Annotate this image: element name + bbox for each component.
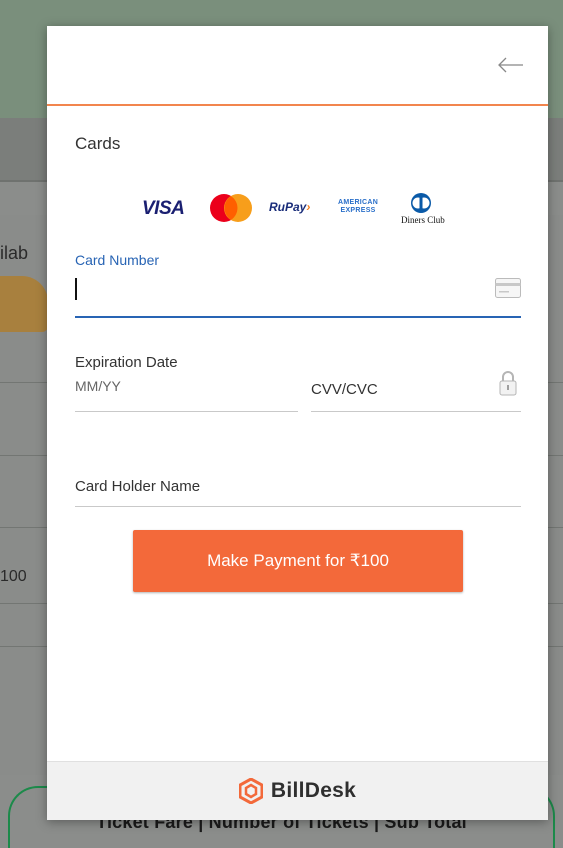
diners-club-icon <box>411 193 431 213</box>
billdesk-brand: BillDesk <box>238 778 357 804</box>
modal-footer: BillDesk <box>47 761 548 820</box>
make-payment-button[interactable]: Make Payment for ₹100 <box>133 530 463 592</box>
card-holder-name-underline <box>75 506 521 507</box>
lock-icon <box>499 371 517 396</box>
rupay-arrow-icon: › <box>306 200 311 214</box>
cvv-placeholder: CVV/CVC <box>311 381 378 398</box>
visa-logo: VISA <box>142 198 185 219</box>
rupay-text: RuPay <box>269 200 307 214</box>
card-holder-name-placeholder: Card Holder Name <box>75 478 201 495</box>
card-number-label: Card Number <box>75 252 160 268</box>
section-title: Cards <box>75 134 121 153</box>
amex-text-line2: EXPRESS <box>340 207 376 214</box>
billdesk-logo-icon <box>238 778 263 804</box>
card-holder-name-field[interactable]: Card Holder Name <box>75 466 521 507</box>
card-brand-logos: VISA RuPay› AMERICAN EXPRESS Diners Club <box>142 192 482 228</box>
payment-modal: Cards VISA RuPay› AMERICAN EXPRESS Diner… <box>47 26 548 820</box>
cvv-underline <box>311 411 521 412</box>
expiration-date-label: Expiration Date <box>75 354 178 371</box>
diners-club-text: Diners Club <box>401 215 445 225</box>
rupay-logo: RuPay› <box>269 200 310 214</box>
arrow-left-icon <box>498 57 523 73</box>
cvv-field[interactable]: CVV/CVC <box>311 354 521 412</box>
modal-header <box>47 26 548 106</box>
credit-card-icon <box>495 278 521 298</box>
expiration-date-placeholder: MM/YY <box>75 378 121 394</box>
billdesk-wordmark: BillDesk <box>270 779 357 802</box>
amex-logo: AMERICAN EXPRESS <box>338 199 378 215</box>
background-orange-shape <box>0 276 48 332</box>
card-number-underline <box>75 316 521 318</box>
expiration-date-field[interactable]: Expiration Date MM/YY <box>75 354 298 412</box>
card-number-field[interactable]: Card Number <box>75 252 521 318</box>
background-text-fragment: ilab <box>0 243 29 263</box>
mastercard-logo <box>210 194 252 222</box>
expiration-underline <box>75 411 298 412</box>
background-text-fragment: 100 <box>0 568 27 585</box>
diners-club-logo: Diners Club <box>401 192 453 228</box>
amex-text-line1: AMERICAN <box>338 199 379 206</box>
back-button[interactable] <box>496 50 526 80</box>
text-caret <box>75 278 77 300</box>
